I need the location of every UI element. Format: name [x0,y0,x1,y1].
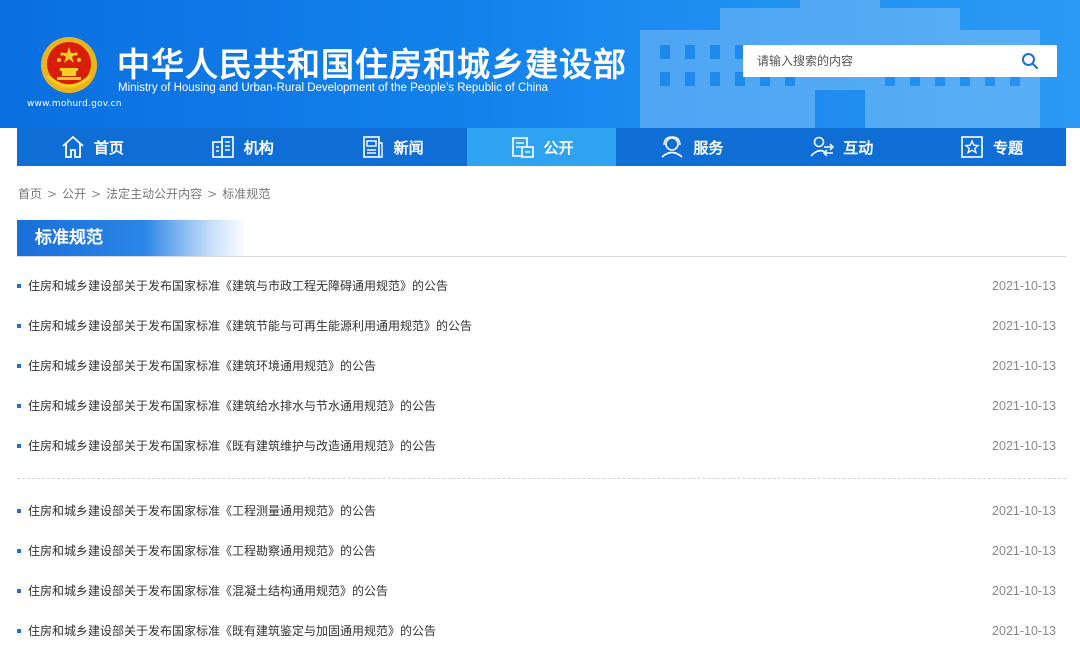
list-item-date: 2021-10-13 [992,584,1056,598]
site-header: www.mohurd.gov.cn 中华人民共和国住房和城乡建设部 Minist… [0,0,1080,128]
nav-item-interaction[interactable]: 互动 [766,128,916,166]
search-icon[interactable] [1021,52,1039,70]
list-item-date: 2021-10-13 [992,439,1056,453]
site-title[interactable]: 中华人民共和国住房和城乡建设部 [117,38,627,86]
list-item-date: 2021-10-13 [992,624,1056,638]
breadcrumb-public[interactable]: 公开 [62,187,86,201]
search-box [743,45,1057,77]
list-item[interactable]: 住房和城乡建设部关于发布国家标准《混凝土结构通用规范》的公告 2021-10-1… [17,582,1066,602]
breadcrumb-separator: > [47,187,58,201]
site-url: www.mohurd.gov.cn [27,99,122,109]
bullet-icon [17,589,21,593]
bullet-icon [17,364,21,368]
bullet-icon [17,549,21,553]
list-item-title[interactable]: 住房和城乡建设部关于发布国家标准《混凝土结构通用规范》的公告 [28,582,388,600]
list-item-title[interactable]: 住房和城乡建设部关于发布国家标准《建筑与市政工程无障碍通用规范》的公告 [28,277,448,295]
list-item-date: 2021-10-13 [992,399,1056,413]
building-icon [211,136,234,158]
home-icon [62,136,84,158]
bullet-icon [17,284,21,288]
interaction-icon [810,136,835,157]
breadcrumb-home[interactable]: 首页 [18,187,42,201]
bullet-icon [17,629,21,633]
list-item-title[interactable]: 住房和城乡建设部关于发布国家标准《建筑节能与可再生能源利用通用规范》的公告 [28,317,472,335]
list-item-title[interactable]: 住房和城乡建设部关于发布国家标准《建筑给水排水与节水通用规范》的公告 [28,397,436,415]
list-divider [17,478,1066,479]
nav-item-label: 首页 [93,138,124,157]
nav-item-label: 新闻 [393,138,424,157]
nav-item-home[interactable]: 首页 [17,128,167,166]
section-title: 标准规范 [17,220,247,256]
nav-item-label: 互动 [843,138,874,157]
list-item-title[interactable]: 住房和城乡建设部关于发布国家标准《既有建筑维护与改造通用规范》的公告 [28,437,436,455]
nav-item-public[interactable]: 公开 [466,128,617,166]
nav-item-label: 机构 [243,138,274,157]
site-title-english: Ministry of Housing and Urban-Rural Deve… [118,82,548,94]
main-nav: 首页 机构 新闻 公开 服务 互动 专题 [17,128,1066,166]
bullet-icon [17,404,21,408]
list-item[interactable]: 住房和城乡建设部关于发布国家标准《建筑给水排水与节水通用规范》的公告 2021-… [17,397,1066,417]
nav-item-label: 公开 [543,138,574,157]
national-emblem-icon [41,37,97,93]
breadcrumb-statutory-content[interactable]: 法定主动公开内容 [106,187,202,201]
list-item-title[interactable]: 住房和城乡建设部关于发布国家标准《工程勘察通用规范》的公告 [28,542,376,560]
list-item-date: 2021-10-13 [992,544,1056,558]
search-input[interactable] [743,45,1027,77]
list-item[interactable]: 住房和城乡建设部关于发布国家标准《建筑节能与可再生能源利用通用规范》的公告 20… [17,317,1066,337]
nav-item-label: 服务 [693,138,724,157]
list-item[interactable]: 住房和城乡建设部关于发布国家标准《既有建筑鉴定与加固通用规范》的公告 2021-… [17,622,1066,642]
bullet-icon [17,324,21,328]
list-item[interactable]: 住房和城乡建设部关于发布国家标准《工程测量通用规范》的公告 2021-10-13 [17,502,1066,522]
list-item[interactable]: 住房和城乡建设部关于发布国家标准《既有建筑维护与改造通用规范》的公告 2021-… [17,437,1066,457]
list-item-date: 2021-10-13 [992,319,1056,333]
nav-item-news[interactable]: 新闻 [317,128,467,166]
nav-item-institutions[interactable]: 机构 [167,128,317,166]
list-item[interactable]: 住房和城乡建设部关于发布国家标准《建筑环境通用规范》的公告 2021-10-13 [17,357,1066,377]
document-icon [511,137,534,158]
list-item-date: 2021-10-13 [992,359,1056,373]
section-header: 标准规范 [17,218,1066,257]
breadcrumb-separator: > [91,187,102,201]
nav-item-topics[interactable]: 专题 [916,128,1066,166]
bullet-icon [17,509,21,513]
nav-item-services[interactable]: 服务 [616,128,766,166]
list-item-date: 2021-10-13 [992,504,1056,518]
list-item-date: 2021-10-13 [992,279,1056,293]
breadcrumb: 首页 > 公开 > 法定主动公开内容 > 标准规范 [18,185,270,202]
news-icon [362,136,383,158]
nav-item-label: 专题 [993,138,1024,157]
list-item[interactable]: 住房和城乡建设部关于发布国家标准《工程勘察通用规范》的公告 2021-10-13 [17,542,1066,562]
bullet-icon [17,444,21,448]
breadcrumb-standards[interactable]: 标准规范 [222,187,270,201]
list-item[interactable]: 住房和城乡建设部关于发布国家标准《建筑与市政工程无障碍通用规范》的公告 2021… [17,277,1066,297]
service-icon [661,136,683,158]
breadcrumb-separator: > [207,187,218,201]
list-item-title[interactable]: 住房和城乡建设部关于发布国家标准《既有建筑鉴定与加固通用规范》的公告 [28,622,436,640]
list-item-title[interactable]: 住房和城乡建设部关于发布国家标准《建筑环境通用规范》的公告 [28,357,376,375]
star-icon [961,136,983,158]
list-item-title[interactable]: 住房和城乡建设部关于发布国家标准《工程测量通用规范》的公告 [28,502,376,520]
